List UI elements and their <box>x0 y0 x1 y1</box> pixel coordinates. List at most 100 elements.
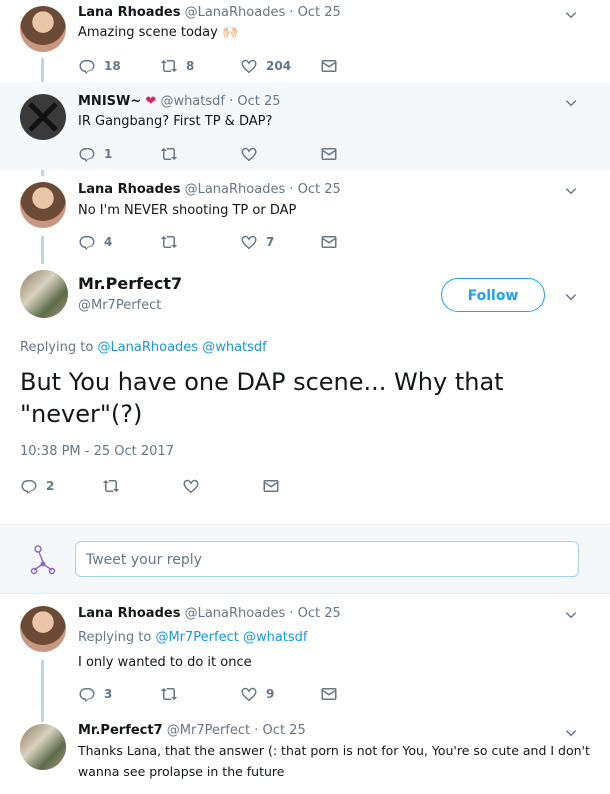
retweet-button[interactable] <box>102 476 120 496</box>
retweet-icon <box>160 57 178 75</box>
author-handle[interactable]: @Mr7Perfect <box>78 298 161 313</box>
tweet-timestamp[interactable]: 10:38 PM - 25 Oct 2017 <box>20 444 174 459</box>
tweet[interactable]: MNISW~ ❤ @whatsdf · Oct 25 IR Gangbang? … <box>0 82 610 170</box>
tweet[interactable]: Lana Rhoades @LanaRhoades · Oct 25 Reply… <box>0 594 610 706</box>
like-icon <box>240 685 258 703</box>
author-name[interactable]: Lana Rhoades <box>78 182 180 197</box>
like-icon <box>240 145 258 163</box>
tweet-date[interactable]: · Oct 25 <box>254 723 305 738</box>
tweet[interactable]: Lana Rhoades @LanaRhoades · Oct 25 Amazi… <box>0 0 610 82</box>
envelope-icon <box>320 57 338 75</box>
author-name[interactable]: MNISW~ <box>78 94 141 109</box>
author-name[interactable]: Lana Rhoades <box>78 606 180 621</box>
chevron-down-icon[interactable] <box>564 184 578 198</box>
retweet-icon <box>160 233 178 251</box>
tweet-text-line: But You have one DAP scene... Why that <box>20 368 504 396</box>
mention-link[interactable]: @LanaRhoades <box>97 340 198 355</box>
like-button[interactable] <box>182 476 200 496</box>
like-button[interactable]: 9 <box>240 684 274 704</box>
like-icon <box>182 477 200 495</box>
like-count: 204 <box>266 59 292 73</box>
retweet-button[interactable] <box>160 232 178 252</box>
like-icon <box>240 57 258 75</box>
reply-button[interactable]: 2 <box>20 476 54 496</box>
avatar[interactable] <box>20 724 66 770</box>
author-handle[interactable]: @LanaRhoades <box>185 5 286 20</box>
like-button[interactable]: 204 <box>240 56 291 76</box>
tweet[interactable]: Lana Rhoades @LanaRhoades · Oct 25 No I'… <box>0 170 610 258</box>
replying-to-label: Replying to <box>78 630 152 645</box>
retweet-button[interactable] <box>160 144 178 164</box>
author-handle[interactable]: @LanaRhoades <box>185 606 286 621</box>
reply-icon <box>78 145 96 163</box>
envelope-icon <box>320 685 338 703</box>
dm-button[interactable] <box>320 232 338 252</box>
reply-button[interactable]: 18 <box>78 56 121 76</box>
reply-count: 4 <box>104 235 113 249</box>
author-handle[interactable]: @whatsdf <box>160 94 225 109</box>
envelope-icon <box>262 477 280 495</box>
reply-input[interactable]: Tweet your reply <box>75 541 579 577</box>
reply-count: 18 <box>104 59 121 73</box>
dm-button[interactable] <box>262 476 280 496</box>
envelope-icon <box>320 145 338 163</box>
like-button[interactable]: 7 <box>240 232 274 252</box>
x-mark-icon <box>28 102 58 132</box>
tweet[interactable]: Mr.Perfect7 @Mr7Perfect · Oct 25 Thanks … <box>0 712 610 794</box>
mention-link[interactable]: @whatsdf <box>202 340 267 355</box>
reply-count: 2 <box>46 479 55 493</box>
dm-button[interactable] <box>320 684 338 704</box>
like-count: 7 <box>266 235 275 249</box>
like-icon <box>240 233 258 251</box>
avatar[interactable] <box>20 182 66 228</box>
retweet-button[interactable] <box>160 684 178 704</box>
avatar[interactable] <box>20 94 66 140</box>
reply-icon <box>78 233 96 251</box>
chevron-down-icon[interactable] <box>564 290 578 304</box>
reply-button[interactable]: 1 <box>78 144 112 164</box>
tweet-text: No I'm NEVER shooting TP or DAP <box>78 203 297 218</box>
tweet-text: Amazing scene today 🙌🏻 <box>78 25 239 40</box>
chevron-down-icon[interactable] <box>564 96 578 110</box>
tweet-text: I only wanted to do it once <box>78 655 252 670</box>
author-handle[interactable]: @LanaRhoades <box>185 182 286 197</box>
reply-icon <box>20 477 38 495</box>
dm-button[interactable] <box>320 56 338 76</box>
like-button[interactable] <box>240 144 258 164</box>
replying-to-label: Replying to <box>20 340 94 355</box>
reply-icon <box>78 685 96 703</box>
tweet-date[interactable]: · Oct 25 <box>289 182 340 197</box>
tweet-text: IR Gangbang? First TP & DAP? <box>78 114 273 129</box>
dm-button[interactable] <box>320 144 338 164</box>
reply-count: 1 <box>104 147 113 161</box>
reply-count: 3 <box>104 687 113 701</box>
retweet-button[interactable]: 8 <box>160 56 194 76</box>
heart-emoji: ❤ <box>145 94 157 109</box>
tweet-text-line: "never"(?) <box>20 400 143 428</box>
author-handle[interactable]: @Mr7Perfect <box>167 723 250 738</box>
avatar[interactable] <box>20 270 68 318</box>
chevron-down-icon[interactable] <box>564 608 578 622</box>
reply-button[interactable]: 3 <box>78 684 112 704</box>
reply-button[interactable]: 4 <box>78 232 112 252</box>
author-name[interactable]: Mr.Perfect7 <box>78 274 182 293</box>
avatar[interactable] <box>20 6 66 52</box>
avatar[interactable] <box>26 543 60 577</box>
mention-link[interactable]: @Mr7Perfect <box>155 630 238 645</box>
chevron-down-icon[interactable] <box>564 8 578 22</box>
tweet-date[interactable]: · Oct 25 <box>229 94 280 109</box>
tweet-text-line: wanna see prolapse in the future <box>78 764 285 779</box>
author-name[interactable]: Lana Rhoades <box>78 5 180 20</box>
reply-icon <box>78 57 96 75</box>
tweet-date[interactable]: · Oct 25 <box>289 606 340 621</box>
chevron-down-icon[interactable] <box>564 726 578 740</box>
tweet-text-line: Thanks Lana, that the answer (: that por… <box>78 743 590 758</box>
retweet-count: 8 <box>186 59 195 73</box>
retweet-icon <box>102 477 120 495</box>
retweet-icon <box>160 145 178 163</box>
avatar[interactable] <box>20 606 66 652</box>
mention-link[interactable]: @whatsdf <box>243 630 308 645</box>
tweet-date[interactable]: · Oct 25 <box>289 5 340 20</box>
follow-button[interactable]: Follow <box>441 278 545 312</box>
author-name[interactable]: Mr.Perfect7 <box>78 723 163 738</box>
